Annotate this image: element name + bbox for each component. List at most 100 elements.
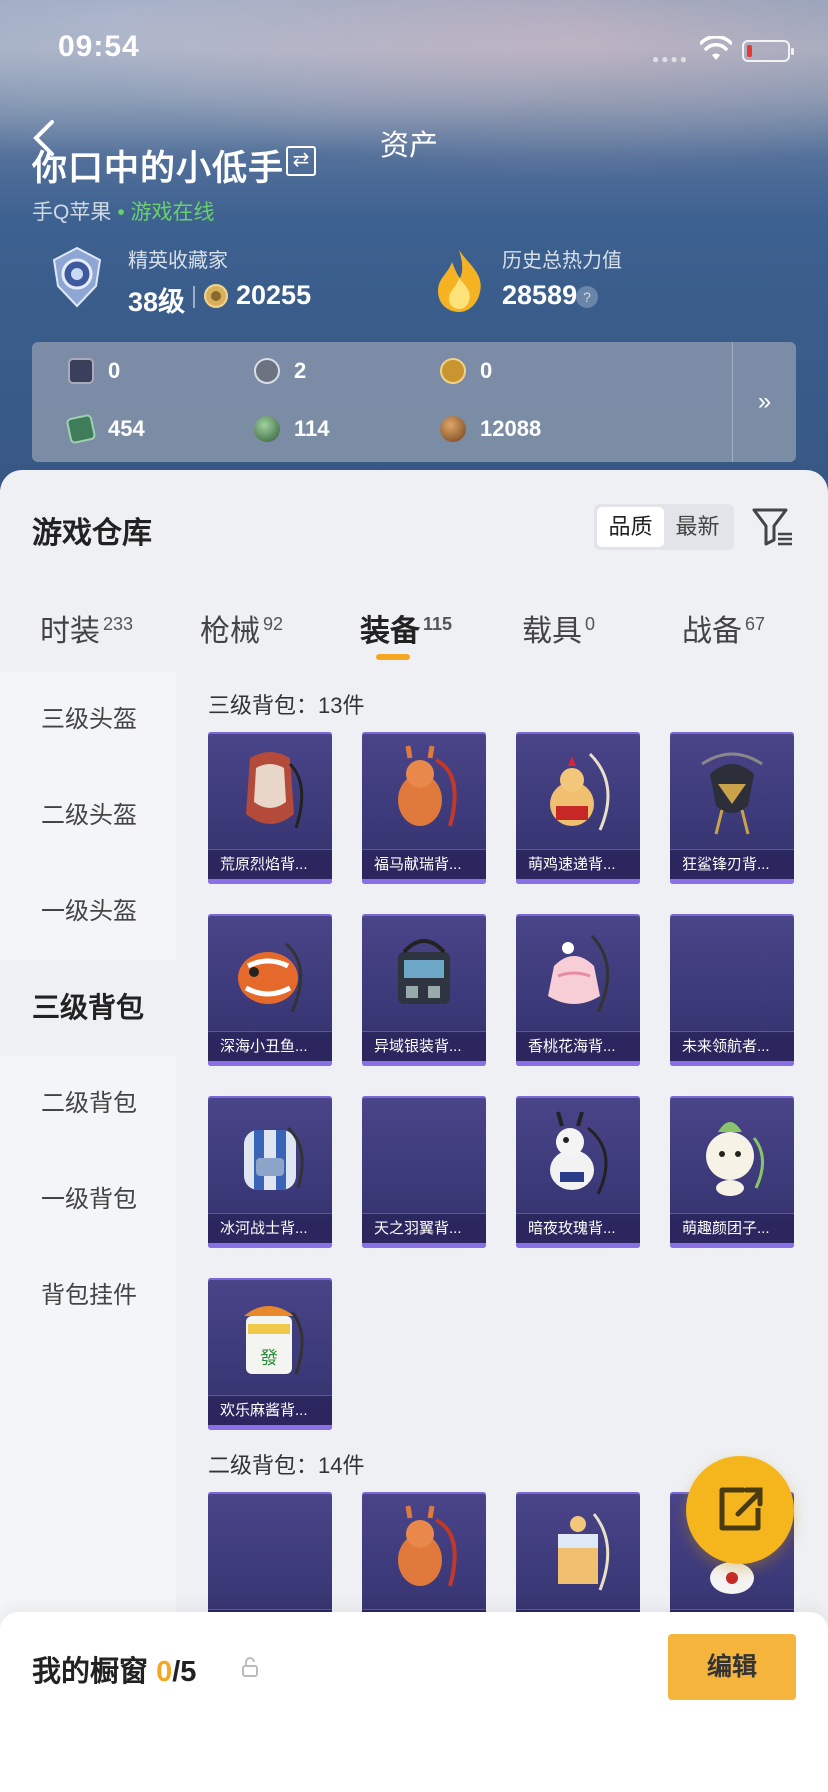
resource-item: 2 <box>254 356 306 386</box>
item-card[interactable]: 狂鲨锋刃背... <box>670 732 794 884</box>
platform-status: 手Q苹果 • 游戏在线 <box>32 196 215 226</box>
tab-equipment[interactable]: 装备 115 <box>360 606 452 650</box>
backpack-image <box>550 752 610 831</box>
resource-value: 0 <box>480 358 493 383</box>
resource-panel: 0 2 0 454 114 12088 » <box>32 342 796 462</box>
item-name: 暗夜玫瑰背... <box>516 1213 640 1243</box>
item-card[interactable]: 未来领航者... <box>670 914 794 1066</box>
tab-count: 0 <box>585 614 596 634</box>
item-card[interactable]: 萌鸡速递背... <box>516 732 640 884</box>
backpack-image <box>550 1111 608 1195</box>
item-name: 福马献瑞背... <box>362 849 486 879</box>
tab-count: 115 <box>423 614 453 634</box>
backpack-image <box>246 752 304 829</box>
share-button[interactable] <box>686 1456 794 1564</box>
item-name: 深海小丑鱼... <box>208 1031 332 1061</box>
sort-newest-button[interactable]: 最新 <box>664 507 731 547</box>
category-item[interactable]: 三级头盔 <box>0 672 176 768</box>
rank-title: 精英收藏家 <box>128 250 228 272</box>
item-card[interactable]: 荒原烈焰背... <box>208 732 332 884</box>
help-icon[interactable]: ? <box>576 286 598 308</box>
backpack-image <box>398 1505 457 1587</box>
section-title: 三级背包：13件 <box>208 693 365 718</box>
item-name: 异域银装背... <box>362 1031 486 1061</box>
item-card[interactable]: 萌趣颜团子... <box>670 1096 794 1248</box>
resource-item: 0 <box>440 356 492 386</box>
category-item[interactable]: 二级头盔 <box>0 768 176 864</box>
backpack-image <box>706 1122 764 1196</box>
lock-icon <box>242 1657 258 1677</box>
item-card[interactable]: 發 欢乐麻酱背... <box>208 1278 332 1430</box>
green-orb-icon <box>254 416 280 442</box>
item-name: 天之羽翼背... <box>362 1213 486 1243</box>
more-resources-button[interactable]: » <box>732 342 796 462</box>
bronze-medal-icon <box>440 416 466 442</box>
warehouse-title: 游戏仓库 <box>32 517 152 550</box>
sort-quality-button[interactable]: 品质 <box>597 507 664 547</box>
tab-weapons[interactable]: 枪械 92 <box>200 606 283 650</box>
backpack-image <box>558 1513 610 1591</box>
tab-count: 92 <box>263 614 284 634</box>
backpack-image <box>398 939 450 1004</box>
category-item[interactable]: 二级背包 <box>0 1056 176 1152</box>
category-item[interactable]: 一级头盔 <box>0 864 176 960</box>
edit-button[interactable]: 编辑 <box>668 1634 796 1700</box>
tab-count: 233 <box>103 614 134 634</box>
svg-text:發: 發 <box>260 1348 278 1369</box>
item-name: 香桃花海背... <box>516 1031 640 1061</box>
showcase-total: /5 <box>172 1656 197 1688</box>
sort-toggle: 品质 最新 <box>594 504 734 550</box>
tab-vehicles[interactable]: 载具 0 <box>522 606 595 650</box>
item-card[interactable]: 深海小丑鱼... <box>208 914 332 1066</box>
resource-item: 114 <box>254 414 330 444</box>
item-name: 冰河战士背... <box>208 1213 332 1243</box>
item-card[interactable]: 天之羽翼背... <box>362 1096 486 1248</box>
item-name: 狂鲨锋刃背... <box>670 849 794 879</box>
username: 你口中的小低手 <box>32 149 285 188</box>
category-item[interactable]: 一级背包 <box>0 1152 176 1248</box>
item-name: 萌趣颜团子... <box>670 1213 794 1243</box>
resource-value: 454 <box>108 416 145 441</box>
resource-value: 2 <box>294 358 307 383</box>
backpack-image <box>398 745 457 827</box>
resource-item: 12088 <box>440 414 541 444</box>
resource-value: 12088 <box>480 416 542 441</box>
item-name: 荒原烈焰背... <box>208 849 332 879</box>
item-card[interactable]: 暗夜玫瑰背... <box>516 1096 640 1248</box>
platform-label: 手Q苹果 <box>32 201 112 224</box>
showcase-title: 我的橱窗 0/5 <box>32 1648 196 1690</box>
item-card[interactable]: 异域银装背... <box>362 914 486 1066</box>
tab-label: 战备 <box>682 615 742 648</box>
category-item[interactable]: 背包挂件 <box>0 1248 176 1344</box>
resource-item: 454 <box>65 413 145 445</box>
rank-badge-icon <box>52 246 102 308</box>
warehouse-sheet: 游戏仓库 品质 最新 时装 233 枪械 92 装备 115 载具 0 战备 67 三级头… <box>0 470 828 1792</box>
status-time: 09:54 <box>58 30 140 63</box>
showcase-count: 0 <box>156 1656 173 1688</box>
backpack-image <box>244 1126 304 1190</box>
gold-coin-icon <box>440 358 466 384</box>
category-item-selected[interactable]: 三级背包 <box>0 960 176 1056</box>
tab-fashion[interactable]: 时装 233 <box>40 606 133 650</box>
item-card[interactable]: 香桃花海背... <box>516 914 640 1066</box>
battery-icon <box>742 40 794 62</box>
flame-icon <box>438 250 481 312</box>
item-card[interactable]: 冰河战士背... <box>208 1096 332 1248</box>
item-name: 欢乐麻酱背... <box>208 1395 332 1425</box>
signal-icon: ●●●● <box>652 52 689 66</box>
backpack-image <box>548 934 610 1013</box>
showcase-bar: 我的橱窗 0/5 编辑 <box>0 1612 828 1792</box>
item-card[interactable]: 福马献瑞背... <box>362 732 486 884</box>
switch-account-icon[interactable]: ⇄ <box>286 146 316 176</box>
card-icon <box>68 358 94 384</box>
page-title: 资产 <box>380 130 439 162</box>
tab-label: 载具 <box>522 615 582 648</box>
rank-level: 38级 <box>128 287 186 317</box>
section-title: 二级背包：14件 <box>208 1453 365 1478</box>
filter-icon[interactable] <box>750 504 794 548</box>
backpack-image: 發 <box>244 1306 304 1375</box>
tab-supplies[interactable]: 战备 67 <box>682 606 765 650</box>
resource-value: 114 <box>294 416 330 441</box>
profile-header: 09:54 ●●●● 资产 你口中的小低手 ⇄ 手Q苹果 • 游戏在线 精英收藏家… <box>0 0 828 490</box>
divider <box>193 286 195 308</box>
